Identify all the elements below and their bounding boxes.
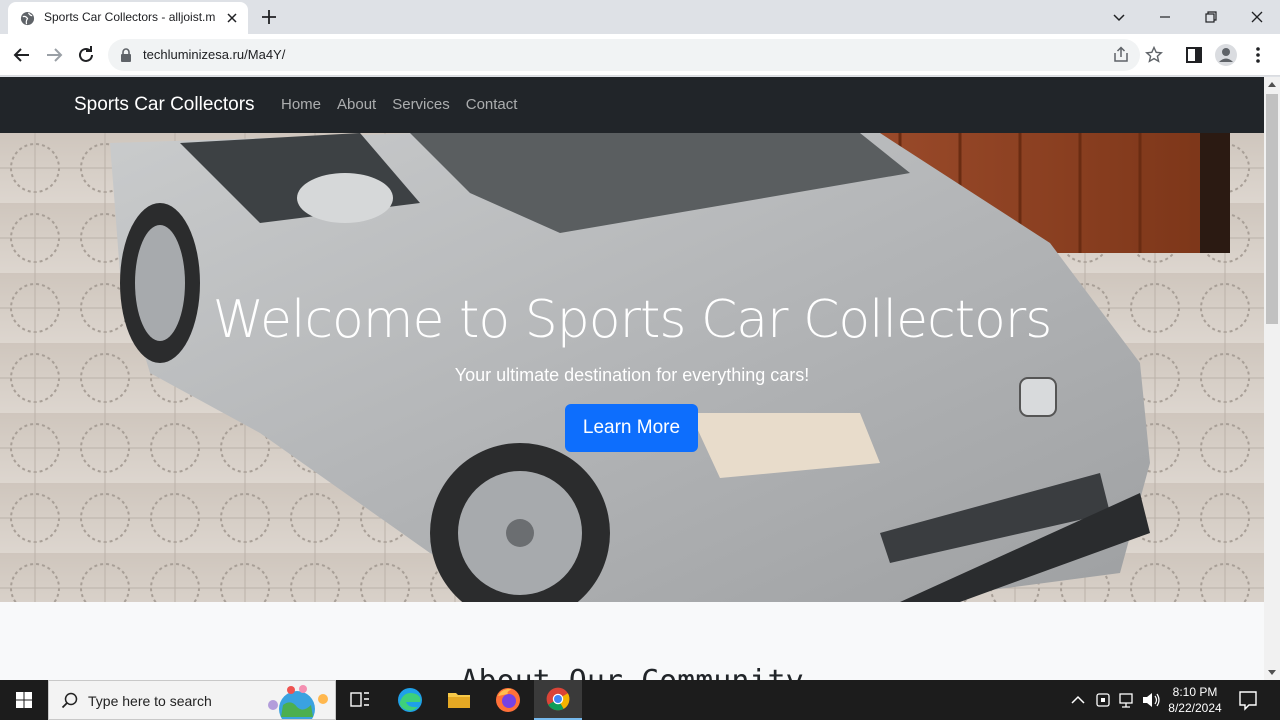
windows-start-icon[interactable] xyxy=(0,680,48,720)
back-icon[interactable] xyxy=(10,43,34,67)
firefox-icon[interactable] xyxy=(484,680,532,720)
site-brand[interactable]: Sports Car Collectors xyxy=(74,94,255,116)
file-explorer-icon[interactable] xyxy=(435,680,483,720)
lock-icon[interactable] xyxy=(120,48,132,62)
profile-avatar-icon[interactable] xyxy=(1214,43,1238,67)
taskbar-clock[interactable]: 8:10 PM 8/22/2024 xyxy=(1164,684,1226,716)
menu-kebab-icon[interactable] xyxy=(1246,43,1270,67)
edge-browser-icon[interactable] xyxy=(386,680,434,720)
nav-links: Home About Services Contact xyxy=(281,96,517,113)
browser-tab[interactable]: Sports Car Collectors - alljoist.m xyxy=(8,2,248,34)
scrollbar-thumb[interactable] xyxy=(1266,94,1278,324)
close-window-icon[interactable] xyxy=(1246,6,1268,28)
nav-link-home[interactable]: Home xyxy=(281,96,321,113)
close-tab-icon[interactable] xyxy=(224,10,240,26)
about-heading: About Our Community xyxy=(0,664,1264,680)
tab-title: Sports Car Collectors - alljoist.m xyxy=(44,10,216,24)
search-highlight-globe-icon xyxy=(268,685,328,719)
volume-icon[interactable] xyxy=(1140,680,1162,720)
hero-section: Welcome to Sports Car Collectors Your ul… xyxy=(0,133,1264,602)
nav-link-contact[interactable]: Contact xyxy=(466,96,518,113)
new-tab-icon[interactable] xyxy=(259,7,279,27)
tab-search-icon[interactable] xyxy=(1108,6,1130,28)
bookmark-star-icon[interactable] xyxy=(1145,46,1163,64)
chrome-icon[interactable] xyxy=(534,680,582,720)
clock-time: 8:10 PM xyxy=(1172,685,1218,699)
task-view-icon[interactable] xyxy=(336,680,384,720)
scroll-up-arrow-icon[interactable] xyxy=(1268,82,1276,87)
restore-icon[interactable] xyxy=(1200,6,1222,28)
forward-icon[interactable] xyxy=(42,43,66,67)
clock-date: 8/22/2024 xyxy=(1168,701,1222,715)
url-text[interactable]: techluminizesa.ru/Ma4Y/ xyxy=(143,47,285,62)
address-bar[interactable]: techluminizesa.ru/Ma4Y/ xyxy=(108,39,1140,71)
search-placeholder: Type here to search xyxy=(88,693,212,709)
reload-icon[interactable] xyxy=(74,43,98,67)
side-panel-icon[interactable] xyxy=(1182,43,1206,67)
page-viewport: Sports Car Collectors Home About Service… xyxy=(0,77,1264,680)
browser-toolbar: techluminizesa.ru/Ma4Y/ xyxy=(0,34,1280,76)
scroll-down-arrow-icon[interactable] xyxy=(1268,670,1276,675)
learn-more-button[interactable]: Learn More xyxy=(565,404,698,452)
network-icon[interactable] xyxy=(1117,680,1137,720)
share-icon[interactable] xyxy=(1112,46,1130,64)
tab-strip: Sports Car Collectors - alljoist.m xyxy=(0,0,1280,34)
hero-title: Welcome to Sports Car Collectors xyxy=(212,290,1053,350)
minimize-icon[interactable] xyxy=(1154,6,1176,28)
tray-device-icon[interactable] xyxy=(1093,680,1113,720)
tray-chevron-up-icon[interactable] xyxy=(1068,680,1088,720)
notification-icon[interactable] xyxy=(1236,680,1260,720)
search-icon xyxy=(61,692,78,709)
taskbar-search-box[interactable]: Type here to search xyxy=(48,680,336,720)
nav-link-about[interactable]: About xyxy=(337,96,376,113)
site-navbar: Sports Car Collectors Home About Service… xyxy=(0,77,1264,133)
hero-subtitle: Your ultimate destination for everything… xyxy=(454,365,810,385)
globe-icon xyxy=(20,11,35,26)
windows-taskbar: Type here to search 8:10 PM 8/22/2024 xyxy=(0,680,1280,720)
nav-link-services[interactable]: Services xyxy=(392,96,450,113)
page-scrollbar[interactable] xyxy=(1264,77,1280,680)
